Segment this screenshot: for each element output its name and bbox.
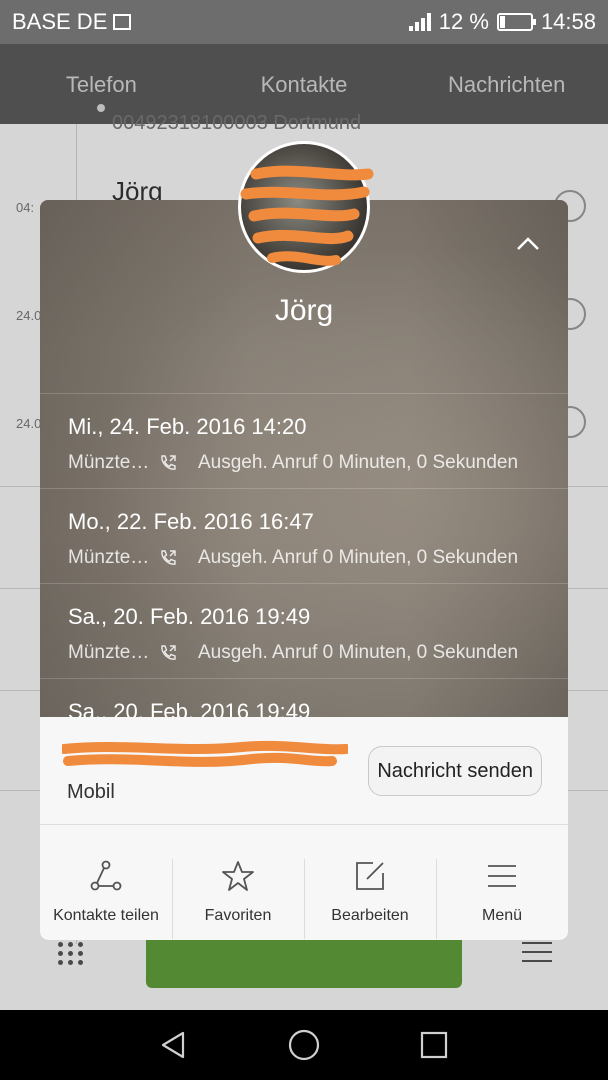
contact-card: Jörg Mi., 24. Feb. 2016 14:20 Münzte… Au… xyxy=(40,200,568,940)
chevron-up-icon[interactable] xyxy=(516,232,540,256)
outgoing-call-icon xyxy=(161,550,176,565)
home-icon[interactable] xyxy=(287,1028,321,1062)
recents-icon[interactable] xyxy=(419,1030,449,1060)
phone-number-panel[interactable]: Mobil Nachricht senden xyxy=(40,717,568,825)
edit-button[interactable]: Bearbeiten xyxy=(304,825,436,940)
share-icon xyxy=(90,860,122,891)
clock: 14:58 xyxy=(540,9,596,34)
action-label: Favoriten xyxy=(204,907,272,924)
call-description: Ausgeh. Anruf 0 Minuten, 0 Sekunden xyxy=(198,452,519,473)
call-date: Mo., 22. Feb. 2016 16:47 xyxy=(68,509,314,534)
star-icon xyxy=(222,861,254,891)
call-date: Sa., 20. Feb. 2016 19:49 xyxy=(68,699,311,718)
battery-percent: 12 % xyxy=(438,9,489,34)
call-description: Ausgeh. Anruf 0 Minuten, 0 Sekunden xyxy=(198,547,519,568)
call-history-list: Mi., 24. Feb. 2016 14:20 Münzte… Ausgeh.… xyxy=(40,393,568,718)
call-location: Münzte… xyxy=(68,642,150,663)
carrier-name: BASE DE xyxy=(12,9,108,34)
favorites-button[interactable]: Favoriten xyxy=(172,825,304,940)
call-date: Sa., 20. Feb. 2016 19:49 xyxy=(68,604,311,629)
number-type: Mobil xyxy=(67,781,115,803)
outgoing-call-icon xyxy=(161,455,176,470)
call-history-item[interactable]: Mo., 22. Feb. 2016 16:47 Münzte… Ausgeh.… xyxy=(40,488,568,583)
menu-icon xyxy=(488,865,516,887)
action-label: Menü xyxy=(481,907,523,924)
outgoing-call-icon xyxy=(161,645,176,660)
status-bar: BASE DE 12 % 14:58 xyxy=(0,0,608,44)
menu-button[interactable]: Menü xyxy=(436,825,568,940)
call-location: Münzte… xyxy=(68,452,150,473)
call-date: Mi., 24. Feb. 2016 14:20 xyxy=(68,414,307,439)
edit-icon xyxy=(356,862,384,890)
redaction-scribble xyxy=(240,165,374,266)
navigation-bar xyxy=(0,1010,608,1080)
contact-name: Jörg xyxy=(274,294,334,327)
battery-icon xyxy=(496,13,536,31)
signal-icon xyxy=(408,13,431,31)
call-description: Ausgeh. Anruf 0 Minuten, 0 Sekunden xyxy=(198,642,519,663)
image-notification-icon xyxy=(113,14,132,30)
call-history-item[interactable]: Sa., 20. Feb. 2016 19:49 xyxy=(40,678,568,718)
action-label: Bearbeiten xyxy=(331,907,409,924)
call-history-item[interactable]: Mi., 24. Feb. 2016 14:20 Münzte… Ausgeh.… xyxy=(40,393,568,488)
call-location: Münzte… xyxy=(68,547,150,568)
redaction-scribble xyxy=(62,740,348,767)
contact-actions-bar: Kontakte teilen Favoriten Bearbeiten Men… xyxy=(40,825,568,940)
share-contact-button[interactable]: Kontakte teilen xyxy=(40,825,172,940)
call-history-item[interactable]: Sa., 20. Feb. 2016 19:49 Münzte… Ausgeh.… xyxy=(40,583,568,678)
action-label: Kontakte teilen xyxy=(53,907,159,924)
send-message-button[interactable]: Nachricht senden xyxy=(368,746,542,796)
back-icon[interactable] xyxy=(159,1030,189,1060)
